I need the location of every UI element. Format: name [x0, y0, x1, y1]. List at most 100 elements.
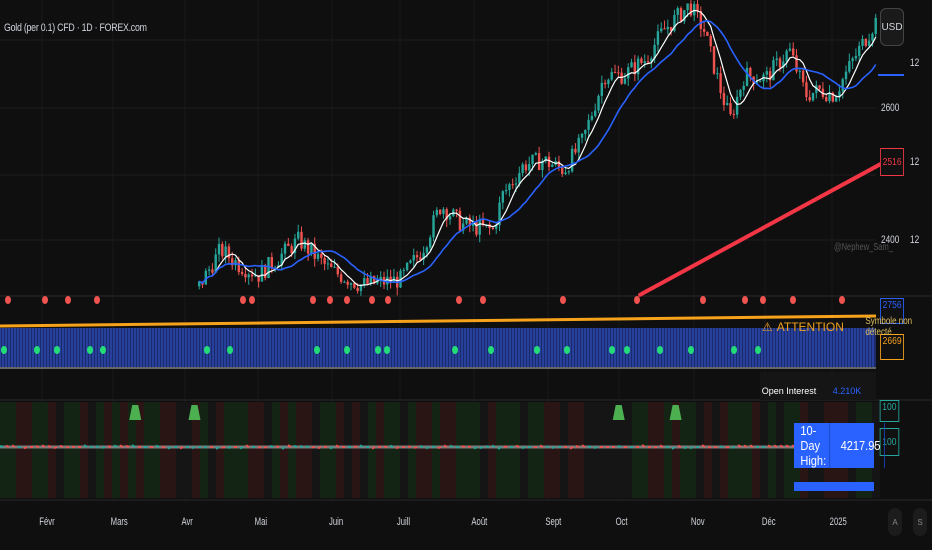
- signal-background: [760, 402, 768, 498]
- symbol-title[interactable]: Gold (per 0.1) CFD · 1D · FOREX.com: [4, 22, 147, 34]
- candle-body: [759, 81, 762, 83]
- ten-day-high-box: 10-Day High: 4217.95: [794, 423, 886, 468]
- candle-body: [353, 283, 356, 288]
- candle-body: [580, 133, 584, 138]
- settings-button[interactable]: S: [913, 508, 927, 536]
- green-dot: [755, 346, 761, 354]
- price-label-2400: 2400: [881, 234, 900, 246]
- green-dot: [534, 346, 540, 354]
- signal-background: [64, 402, 72, 498]
- pane3-dash: [329, 446, 334, 450]
- candle-body: [221, 243, 224, 257]
- pane3-dash: [275, 445, 280, 448]
- price-label-2600: 2600: [881, 102, 900, 114]
- signal-background: [560, 402, 568, 498]
- signal-background: [24, 402, 32, 498]
- candle-body: [458, 210, 462, 231]
- red-dot: [700, 296, 706, 304]
- pane3-dash: [203, 446, 208, 449]
- pane3-dash: [395, 446, 400, 450]
- pane3-dash: [161, 446, 166, 449]
- open-interest-table: Open Interest 4.210K: [760, 372, 876, 400]
- candle-body: [330, 263, 333, 268]
- signal-background: [40, 402, 48, 498]
- side-label: 12: [910, 156, 920, 168]
- green-dot: [688, 346, 694, 354]
- pane3-dash: [353, 445, 358, 448]
- pane3-dash: [677, 444, 682, 448]
- candle-body: [712, 46, 716, 74]
- signal-background: [520, 402, 528, 498]
- candle-body: [693, 3, 696, 16]
- candle-body: [366, 278, 369, 284]
- time-label: Nov: [690, 516, 705, 528]
- signal-background: [776, 402, 784, 498]
- candle-body: [250, 274, 254, 277]
- candle-body: [600, 82, 604, 96]
- candle-body: [811, 92, 815, 101]
- ma-long-price-tag: 2516: [880, 148, 905, 176]
- signal-background: [368, 402, 376, 498]
- pane3-dash: [0, 444, 4, 448]
- red-dot: [790, 296, 796, 304]
- green-dot: [452, 346, 458, 354]
- time-label: Févr: [39, 516, 55, 528]
- candle-body: [303, 240, 307, 249]
- candle-body: [287, 243, 290, 247]
- signal-background: [112, 402, 120, 498]
- candle-body: [801, 70, 805, 83]
- pane3-dash: [551, 446, 556, 449]
- candle-body: [207, 269, 211, 271]
- signal-background: [144, 402, 152, 498]
- signal-background: [536, 402, 544, 498]
- candle-body: [521, 164, 524, 174]
- red-dot: [480, 296, 486, 304]
- signal-background: [408, 402, 416, 498]
- red-dot: [94, 296, 100, 304]
- pane3-dash: [239, 446, 244, 450]
- signal-background: [464, 402, 472, 498]
- candle-body: [491, 228, 495, 230]
- pane3-dash: [575, 445, 580, 448]
- candle-body: [405, 262, 409, 270]
- attention-message: Symbole non détecté: [865, 316, 912, 338]
- signal-background: [80, 402, 88, 498]
- signal-background: [376, 402, 384, 498]
- signal-background: [680, 402, 688, 498]
- candle-body: [425, 247, 429, 253]
- time-label: Oct: [615, 516, 628, 528]
- pane3-dash: [227, 446, 232, 449]
- signal-background: [424, 402, 432, 498]
- candle-body: [300, 231, 303, 249]
- candle-body: [610, 72, 613, 80]
- red-dot: [456, 296, 462, 304]
- candle-body: [834, 97, 838, 102]
- signal-background: [648, 402, 656, 498]
- signal-background: [344, 402, 352, 498]
- price-chart[interactable]: [0, 0, 932, 550]
- candle-body: [871, 33, 874, 41]
- candle-body: [643, 61, 646, 63]
- candle-body: [620, 72, 623, 84]
- pane3-dash: [683, 446, 688, 450]
- pane3-dash: [467, 445, 472, 448]
- signal-background: [168, 402, 176, 498]
- candle-body: [709, 35, 712, 47]
- pane3-dash: [101, 446, 106, 449]
- candle-body: [336, 266, 340, 275]
- candle-body: [339, 274, 343, 282]
- candle-body: [716, 73, 719, 75]
- candle-body: [448, 216, 452, 220]
- signal-background: [688, 402, 696, 498]
- red-dot: [344, 296, 350, 304]
- signal-background: [320, 402, 328, 498]
- open-interest-value: 4.210K: [832, 386, 862, 396]
- candle-body: [534, 153, 538, 155]
- signal-background: [440, 402, 448, 498]
- currency-button[interactable]: USD: [880, 8, 904, 46]
- candle-body: [828, 92, 831, 102]
- pane3-tag-a: 100: [879, 400, 899, 422]
- candle-body: [851, 58, 854, 62]
- warning-icon: ⚠: [762, 320, 773, 334]
- auto-scale-button[interactable]: A: [888, 508, 902, 536]
